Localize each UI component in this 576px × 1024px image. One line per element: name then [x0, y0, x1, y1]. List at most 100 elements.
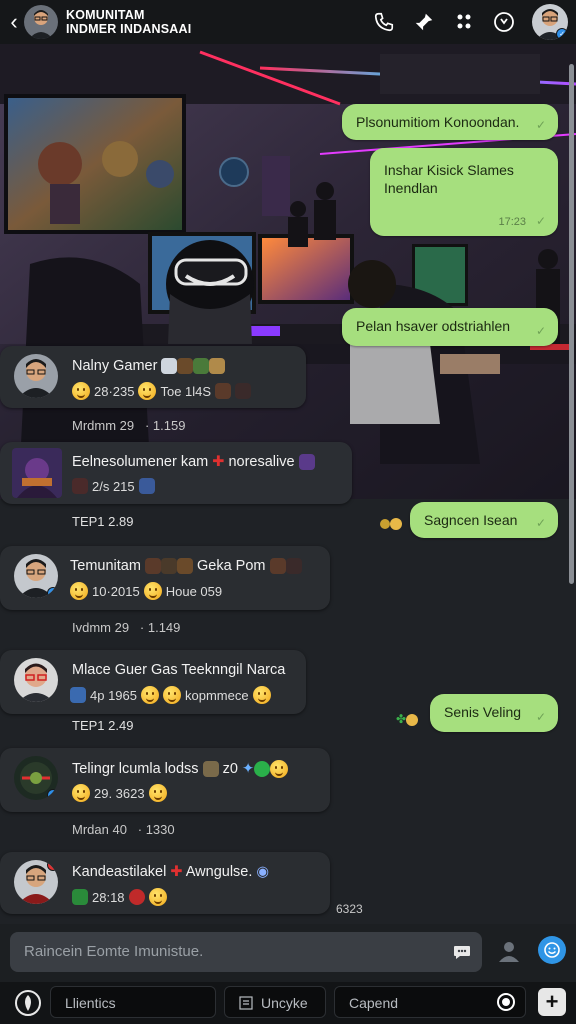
group-avatar[interactable]: [24, 5, 58, 39]
read-check-icon: ✓: [535, 214, 546, 228]
tab-label: Capend: [349, 995, 399, 1011]
emoji-button[interactable]: [538, 936, 566, 964]
message-list[interactable]: Plsonumitiom Konoondan. ✓ Inshar Kisick …: [0, 44, 576, 924]
cross-icon: ✚: [170, 864, 183, 880]
outgoing-message[interactable]: Plsonumitiom Konoondan. ✓: [342, 104, 558, 140]
outgoing-message[interactable]: Senis Veling ✓: [430, 694, 558, 732]
sticker-icon: [70, 687, 86, 703]
sender-name: Telingr lcumla lodss z0 ✦: [72, 760, 289, 778]
sticker-icon: [269, 558, 286, 575]
smile-emoji-icon: [143, 582, 162, 600]
message-text: 29. 3623: [72, 784, 167, 802]
sticker-icon: [202, 761, 219, 777]
sticker-icon: [235, 383, 252, 399]
verified-badge-icon: ✓: [556, 28, 568, 40]
smile-emoji-icon: [148, 888, 167, 906]
back-arrow-icon[interactable]: ‹: [8, 9, 20, 34]
message-meta: TEP1 2.49: [72, 718, 134, 733]
message-meta: Mrdan 40 · 1330: [72, 822, 175, 837]
read-check-icon: ✓: [535, 324, 546, 338]
sticker-icon: [298, 454, 315, 471]
smile-emoji-icon: [148, 784, 167, 802]
star-icon: ✦: [241, 760, 255, 777]
sender-name: Kandeastilakel ✚ Awngulse. ◉: [72, 864, 270, 880]
message-text-line1: Inshar Kisick Slames: [384, 162, 514, 178]
message-text-line2: Inendlan: [384, 180, 438, 196]
sticker-icon: [176, 558, 193, 575]
sender-name: Eelnesolumener kam ✚ noresalive: [72, 454, 315, 471]
sender-avatar[interactable]: [14, 658, 58, 702]
incoming-message[interactable]: ✓ Temunitam Geka Pom 10·2015 Houe 059: [0, 546, 330, 610]
tab-llientics[interactable]: Llientics: [50, 986, 216, 1018]
sender-name: Temunitam Geka Pom: [70, 558, 302, 575]
sender-avatar[interactable]: [12, 448, 62, 498]
outgoing-message[interactable]: Inshar Kisick Slames Inendlan 17:23 ✓: [370, 148, 558, 236]
sticker-icon: [128, 889, 145, 905]
sender-avatar[interactable]: ✓: [14, 756, 58, 800]
incoming-message[interactable]: Eelnesolumener kam ✚ noresalive 2/s 215: [0, 442, 352, 504]
sticker-icon: [144, 558, 161, 575]
message-text: Pelan hsaver odstriahlen: [356, 318, 511, 334]
message-meta: Mrdmm 29 · 1.159: [72, 418, 186, 433]
sender-name: Nalny Gamer: [72, 358, 226, 375]
smile-emoji-icon: [138, 382, 157, 400]
sticker-icon: [72, 478, 88, 494]
add-button[interactable]: +: [538, 988, 566, 1016]
sticker-icon: [209, 358, 226, 375]
swirl-icon: ◉: [256, 864, 270, 880]
message-text: 28·235 Toe 1l4S: [72, 382, 252, 400]
record-icon[interactable]: [491, 987, 521, 1017]
app-logo-icon[interactable]: [14, 989, 42, 1017]
message-meta: 6323: [336, 902, 363, 916]
chat-title[interactable]: KOMUNITAM INDMER INDANSAAI: [66, 8, 191, 36]
message-text: Sagncen Isean: [424, 512, 518, 528]
profile-avatar[interactable]: ✓: [532, 4, 568, 40]
smile-emoji-icon: [72, 784, 90, 802]
message-text: Plsonumitiom Konoondan.: [356, 114, 520, 130]
sticker-icon: [72, 889, 88, 905]
sticker-icon: [215, 383, 232, 399]
cross-icon: ✚: [212, 454, 225, 470]
outgoing-message[interactable]: Sagncen Isean ✓: [410, 502, 558, 538]
pin-icon[interactable]: [412, 10, 436, 34]
smile-emoji-icon: [70, 582, 88, 600]
message-text: 28:18: [72, 888, 167, 906]
document-icon: [239, 996, 253, 1010]
sender-avatar[interactable]: ✓: [14, 554, 58, 598]
sender-avatar[interactable]: !: [14, 860, 58, 904]
chat-title-line1: KOMUNITAM: [66, 8, 145, 22]
smile-emoji-icon: [163, 686, 181, 704]
message-composer: Raincein Eomte Imunistue.: [0, 924, 576, 982]
sticker-icon: [161, 358, 178, 375]
info-icon[interactable]: [492, 10, 516, 34]
reaction-icon: ✤: [396, 712, 419, 726]
incoming-message[interactable]: Mlace Guer Gas Teeknngil Narca 4p 1965 k…: [0, 650, 306, 714]
incoming-message[interactable]: Nalny Gamer 28·235 Toe 1l4S: [0, 346, 306, 408]
message-text: 2/s 215: [72, 478, 155, 494]
chat-title-line2: INDMER INDANSAAI: [66, 22, 192, 36]
chat-bubble-icon[interactable]: [452, 942, 472, 962]
tab-uncyke[interactable]: Uncyke: [224, 986, 326, 1018]
message-time: 17:23: [498, 216, 526, 228]
smile-emoji-icon: [252, 686, 271, 704]
person-icon[interactable]: [496, 938, 522, 964]
message-text: 4p 1965 kopmmece: [70, 686, 271, 704]
sticker-icon: [160, 558, 177, 575]
message-input[interactable]: Raincein Eomte Imunistue.: [10, 932, 482, 972]
chat-scrollbar[interactable]: [569, 64, 574, 584]
chat-header: ‹ KOMUNITAM INDMER INDANSAAI ✓: [0, 0, 576, 44]
emoji-icon: [544, 942, 560, 958]
message-meta: Ivdmm 29 · 1.149: [72, 620, 181, 635]
tab-capend[interactable]: Capend: [334, 986, 526, 1018]
sticker-icon: [285, 558, 302, 575]
bottom-toolbar: Llientics Uncyke Capend +: [0, 982, 576, 1024]
incoming-message[interactable]: ! Kandeastilakel ✚ Awngulse. ◉ 28:18: [0, 852, 330, 914]
incoming-message[interactable]: ✓ Telingr lcumla lodss z0 ✦ 29. 3623: [0, 748, 330, 812]
phone-icon[interactable]: [372, 10, 396, 34]
smile-emoji-icon: [141, 686, 159, 704]
grid-icon[interactable]: [452, 10, 476, 34]
sender-avatar[interactable]: [14, 354, 58, 398]
sender-name: Mlace Guer Gas Teeknngil Narca: [72, 662, 286, 678]
outgoing-message[interactable]: Pelan hsaver odstriahlen ✓: [342, 308, 558, 346]
smile-emoji-icon: [72, 382, 90, 400]
